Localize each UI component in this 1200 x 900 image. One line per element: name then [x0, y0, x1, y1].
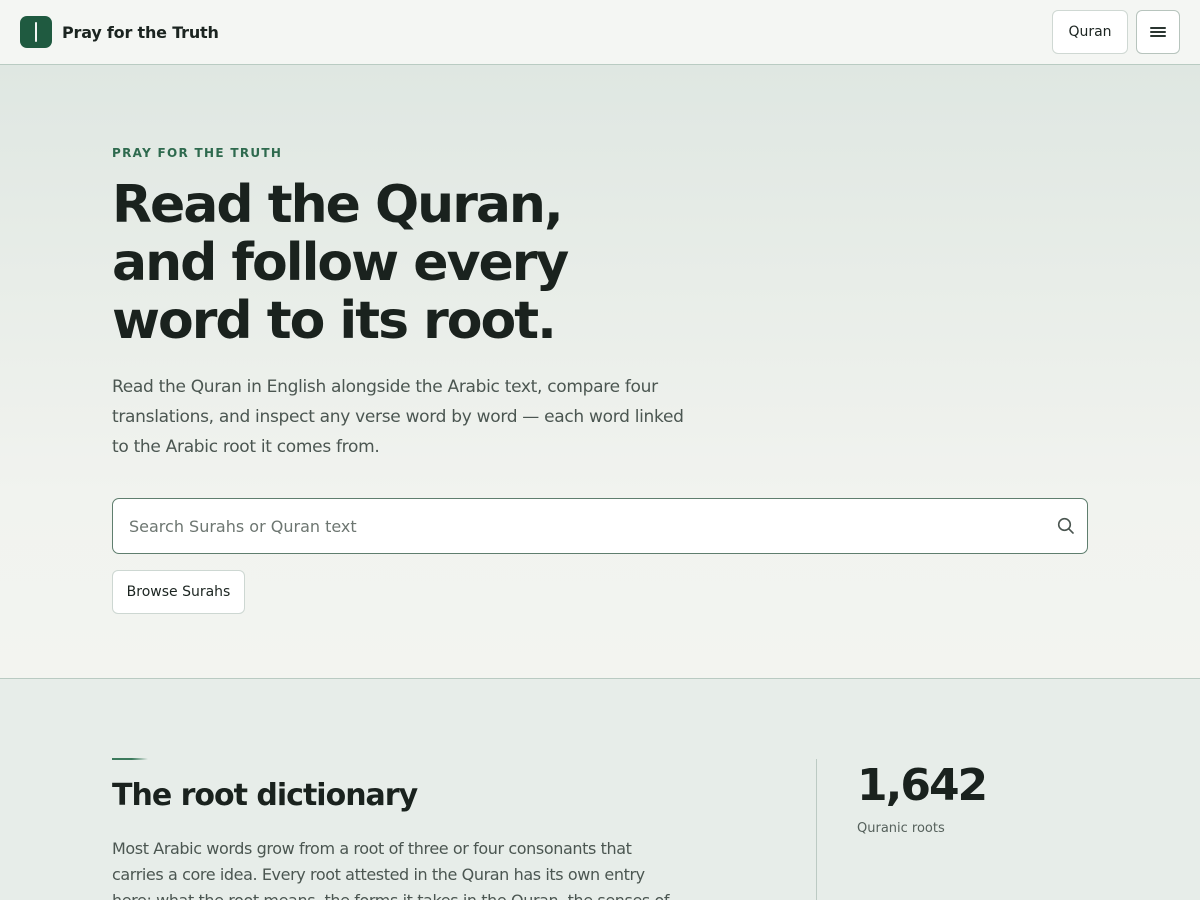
section-description: Most Arabic words grow from a root of th…: [112, 839, 670, 900]
quran-nav-button[interactable]: Quran: [1052, 10, 1128, 54]
hero-title-line: Read the Quran,: [112, 175, 564, 235]
section-accent-line: [112, 758, 148, 760]
stat-label: Quranic roots: [857, 821, 945, 836]
site-header: Pray for the Truth Quran: [0, 0, 1200, 65]
logo-icon: [20, 16, 52, 48]
hamburger-menu-icon: [1150, 26, 1166, 38]
menu-button[interactable]: [1136, 10, 1180, 54]
brand-name: Pray for the Truth: [62, 22, 219, 42]
vertical-divider: [816, 759, 817, 900]
search-icon[interactable]: [1057, 517, 1075, 535]
hero-title-line: and follow every: [112, 233, 569, 293]
browse-surahs-button[interactable]: Browse Surahs: [112, 570, 245, 614]
search-box[interactable]: [112, 498, 1088, 554]
hero-title-line: word to its root.: [112, 291, 557, 351]
brand-link[interactable]: Pray for the Truth: [20, 16, 219, 48]
section-title: The root dictionary: [112, 778, 418, 813]
stat-value: 1,642: [857, 760, 988, 811]
search-input[interactable]: [129, 499, 1029, 553]
hero-eyebrow: PRAY FOR THE TRUTH: [112, 146, 283, 160]
hero-title: Read the Quran, and follow every word to…: [112, 176, 672, 350]
hero-description: Read the Quran in English alongside the …: [112, 377, 684, 457]
